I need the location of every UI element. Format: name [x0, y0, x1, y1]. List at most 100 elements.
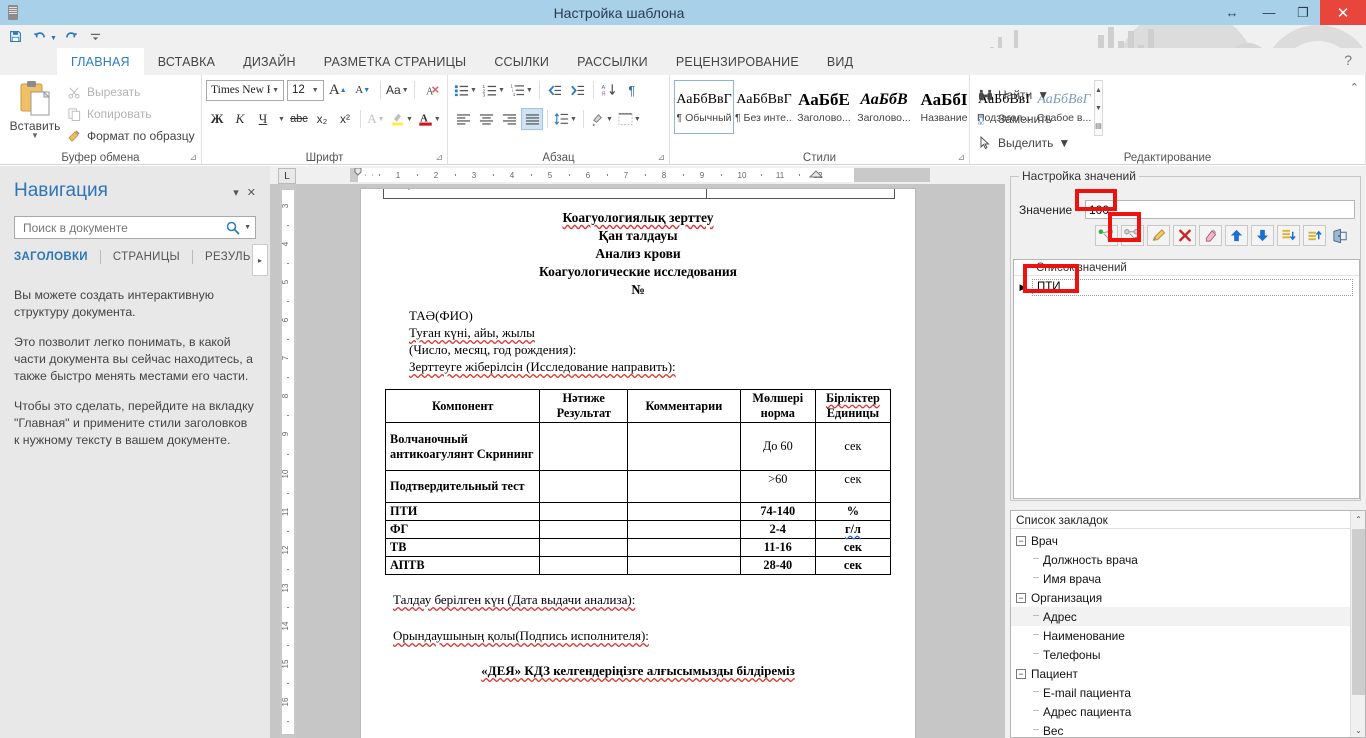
font-dialog-launcher-icon[interactable]: ⊿	[435, 152, 443, 163]
italic-button[interactable]: К	[229, 108, 251, 130]
show-formatting-marks-button[interactable]: ¶	[621, 79, 643, 101]
copy-button[interactable]: Копировать	[66, 104, 195, 124]
bookmark-item-phones[interactable]: ┄ Телефоны	[1011, 645, 1365, 664]
tab-references[interactable]: ССЫЛКИ	[480, 48, 563, 75]
collapse-minus-icon[interactable]: −	[1016, 668, 1026, 679]
tab-design[interactable]: ДИЗАЙН	[229, 48, 310, 75]
import-icon[interactable]	[1277, 225, 1300, 246]
style-item-normal[interactable]: АаБбВвГ ¶ Обычный	[674, 80, 734, 134]
tab-review[interactable]: РЕЦЕНЗИРОВАНИЕ	[662, 48, 813, 75]
edit-pencil-icon[interactable]	[1147, 225, 1170, 246]
style-item-heading1[interactable]: АаБбЕ Заголово...	[794, 80, 854, 134]
bookmark-scrollbar[interactable]: ⌃ ⌄	[1350, 511, 1365, 737]
increase-indent-button[interactable]	[567, 79, 589, 101]
export-icon[interactable]	[1303, 225, 1326, 246]
bookmark-group-organization[interactable]: − Организация	[1011, 588, 1365, 607]
help-icon[interactable]: ?	[1344, 52, 1352, 68]
nav-tab-headings[interactable]: ЗАГОЛОВКИ	[14, 249, 88, 265]
underline-caret-button[interactable]: ▼	[275, 108, 287, 130]
replace-button[interactable]: ab ac Заменить	[974, 107, 1361, 131]
font-size-combo[interactable]: 12 ▼	[287, 79, 324, 101]
underline-button[interactable]: Ч	[252, 108, 274, 130]
line-spacing-button[interactable]: ▼	[552, 108, 579, 130]
decrease-indent-button[interactable]	[544, 79, 566, 101]
bookmark-group-patient[interactable]: − Пациент	[1011, 664, 1365, 683]
bookmark-group-doctor[interactable]: − Врач	[1011, 531, 1365, 550]
restore-button[interactable]: ❐	[1286, 0, 1320, 25]
text-effects-button[interactable]: A ▼	[365, 108, 387, 130]
clipboard-dialog-launcher-icon[interactable]: ⊿	[189, 152, 197, 163]
value-input[interactable]	[1085, 200, 1355, 219]
navigation-close-icon[interactable]: ✕	[247, 186, 256, 199]
font-color-button[interactable]: A ▼	[416, 108, 443, 130]
tab-mailings[interactable]: РАССЫЛКИ	[563, 48, 662, 75]
bookmark-item-patient-email[interactable]: ┄ E-mail пациента	[1011, 683, 1365, 702]
justify-button[interactable]	[521, 108, 543, 130]
style-item-heading2[interactable]: АаБбВ Заголово...	[854, 80, 914, 134]
styles-dialog-launcher-icon[interactable]: ⊿	[957, 152, 965, 163]
nav-tab-pages[interactable]: СТРАНИЦЫ	[113, 249, 180, 265]
grow-font-button[interactable]: A ▲	[327, 79, 349, 101]
scroll-up-icon[interactable]: ⌃	[1351, 511, 1365, 528]
add-link-icon[interactable]	[1095, 225, 1118, 246]
chevron-up-icon[interactable]: ⌃	[1350, 81, 1359, 94]
find-button[interactable]: Найти ▼	[974, 83, 1361, 107]
select-caret-icon[interactable]: ▼	[1058, 136, 1070, 150]
tab-page-layout[interactable]: РАЗМЕТКА СТРАНИЦЫ	[310, 48, 481, 75]
paste-caret-icon[interactable]: ▼	[31, 132, 39, 140]
style-item-no-spacing[interactable]: АаБбВвГ ¶ Без инте...	[734, 80, 794, 134]
scrollbar-thumb[interactable]	[1352, 529, 1365, 695]
bookmark-item-doctor-position[interactable]: ┄ Должность врача	[1011, 550, 1365, 569]
sort-button[interactable]: АЯ	[598, 79, 620, 101]
collapse-minus-icon[interactable]: −	[1016, 535, 1026, 546]
vertical-ruler[interactable]: 3 4 5 6 7 8 9 10 11 12 13 14 15 16	[280, 184, 296, 738]
bookmark-item-patient-address[interactable]: ┄ Адрес пациента	[1011, 702, 1365, 721]
search-icon[interactable]	[226, 221, 240, 235]
navigation-menu-caret-icon[interactable]: ▾	[233, 186, 239, 199]
customize-qat-icon[interactable]	[85, 26, 107, 47]
font-size-caret-icon[interactable]: ▼	[310, 87, 321, 94]
collapse-minus-icon[interactable]: −	[1016, 592, 1026, 603]
bookmark-item-doctor-name[interactable]: ┄ Имя врача	[1011, 569, 1365, 588]
add-node-icon[interactable]	[1121, 225, 1144, 246]
subscript-button[interactable]: x₂	[311, 108, 333, 130]
search-input[interactable]	[21, 219, 227, 236]
clear-formatting-button[interactable]: A	[421, 79, 443, 101]
cut-button[interactable]: Вырезать	[66, 82, 195, 102]
search-options-caret-icon[interactable]: ▼	[244, 224, 251, 231]
undo-icon[interactable]	[29, 26, 51, 47]
tab-insert[interactable]: ВСТАВКА	[144, 48, 229, 75]
minimize-button[interactable]: —	[1252, 0, 1286, 25]
close-button[interactable]: ✕	[1320, 0, 1366, 25]
align-left-button[interactable]	[452, 108, 474, 130]
tab-view[interactable]: ВИД	[813, 48, 867, 75]
list-item[interactable]: ▶ ПТИ	[1014, 276, 1359, 298]
move-up-icon[interactable]	[1225, 225, 1248, 246]
tab-home[interactable]: ГЛАВНАЯ	[57, 48, 144, 75]
ribbon-display-options-icon[interactable]: ↔	[1212, 0, 1252, 25]
change-case-button[interactable]: Aa ▼	[386, 79, 409, 101]
numbering-button[interactable]: 123 ▼	[480, 79, 507, 101]
font-name-caret-icon[interactable]: ▼	[270, 86, 281, 94]
delete-x-icon[interactable]	[1173, 225, 1196, 246]
move-down-icon[interactable]	[1251, 225, 1274, 246]
align-center-button[interactable]	[475, 108, 497, 130]
shading-button[interactable]: ▼	[588, 108, 615, 130]
align-right-button[interactable]	[498, 108, 520, 130]
multilevel-list-button[interactable]: 1i1 ▼	[508, 79, 535, 101]
document-page[interactable]: Республики Казахстан Коагуологиялық зерт…	[360, 188, 916, 738]
find-caret-icon[interactable]: ▼	[1037, 88, 1049, 102]
nav-tab-results[interactable]: РЕЗУЛЬ	[205, 249, 251, 265]
format-painter-button[interactable]: Формат по образцу	[66, 126, 195, 146]
exit-icon[interactable]	[1329, 225, 1352, 246]
tab-stop-selector[interactable]: L	[278, 168, 296, 184]
navigation-search-box[interactable]: ▼	[14, 216, 256, 239]
nav-tabs-more-icon[interactable]: ▸	[252, 244, 268, 276]
redo-icon[interactable]	[60, 26, 82, 47]
shrink-font-button[interactable]: A ▼	[352, 79, 374, 101]
list-item-value[interactable]: ПТИ	[1032, 278, 1353, 296]
paragraph-dialog-launcher-icon[interactable]: ⊿	[657, 152, 665, 163]
style-item-title[interactable]: АаБбІ Название	[914, 80, 974, 134]
scroll-down-icon[interactable]: ⌄	[1351, 722, 1365, 737]
bullets-button[interactable]: ▼	[452, 79, 479, 101]
